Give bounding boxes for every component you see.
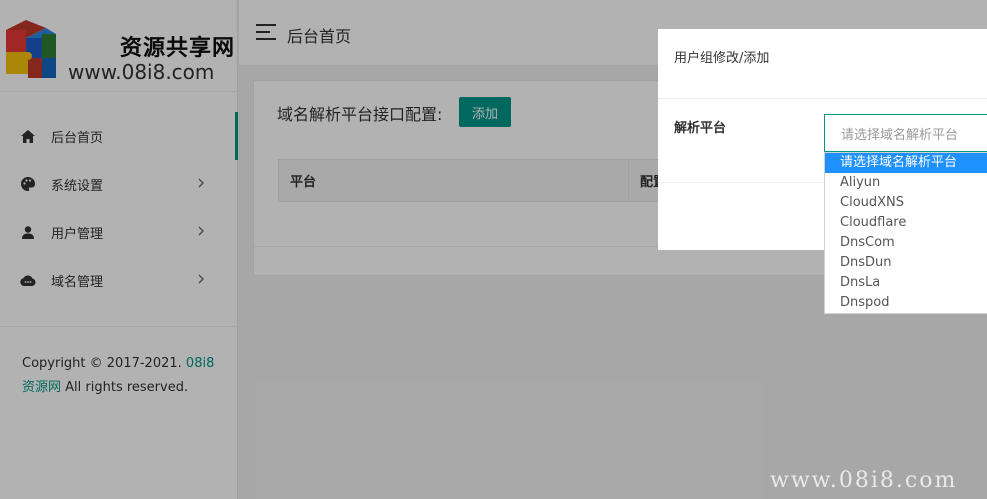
dropdown-option[interactable]: DnsDun xyxy=(825,253,987,273)
modal-divider xyxy=(658,98,987,99)
dropdown-option[interactable]: CloudXNS xyxy=(825,193,987,213)
dropdown-option[interactable]: Dnspod xyxy=(825,293,987,313)
dropdown-option[interactable]: Aliyun xyxy=(825,173,987,193)
platform-field-label: 解析平台 xyxy=(674,121,727,136)
dropdown-option[interactable]: Cloudflare xyxy=(825,213,987,233)
dropdown-option[interactable]: 请选择域名解析平台 xyxy=(825,153,987,173)
watermark: www.08i8.com xyxy=(770,468,958,493)
platform-dropdown: 请选择域名解析平台 Aliyun CloudXNS Cloudflare Dns… xyxy=(824,152,987,314)
platform-select[interactable]: 请选择域名解析平台 xyxy=(824,114,987,152)
dropdown-option[interactable]: DnsCom xyxy=(825,233,987,253)
dropdown-option[interactable]: DnsLa xyxy=(825,273,987,293)
modal-title: 用户组修改/添加 xyxy=(674,51,770,66)
